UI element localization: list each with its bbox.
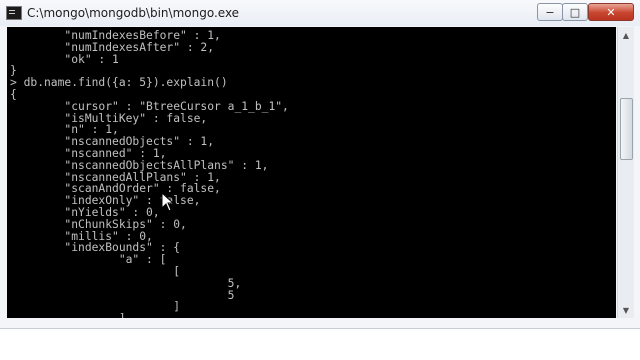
scrollbar-thumb[interactable] (620, 98, 633, 160)
maximize-button[interactable]: □ (562, 3, 588, 21)
mouse-pointer-icon (161, 192, 175, 212)
console-app-icon[interactable] (6, 6, 22, 20)
console-line: "nscannedObjectsAllPlans" : 1, (10, 158, 269, 172)
console-line: "cursor" : "BtreeCursor a_1_b_1", (10, 99, 289, 113)
scroll-down-arrow-icon[interactable]: ▼ (618, 302, 634, 318)
close-button[interactable]: ✕ (588, 3, 634, 21)
console-line: > db.name.find({a: 5}).explain() (10, 76, 228, 90)
console-text: "numIndexesBefore" : 1, "numIndexesAfter… (7, 27, 616, 318)
console-line: "numIndexesAfter" : 2, (10, 40, 215, 54)
console-line: "nscanned" : 1, (10, 146, 167, 160)
console-line: [ (10, 264, 181, 278)
console-line: { (10, 87, 17, 101)
minimize-button[interactable]: − (537, 3, 563, 21)
console-output[interactable]: "numIndexesBefore" : 1, "numIndexesAfter… (7, 27, 616, 318)
console-line: ], (10, 313, 616, 318)
console-line: "ok" : 1 (10, 52, 119, 66)
console-line: "nYields" : 0, (10, 205, 160, 219)
console-window: C:\mongo\mongodb\bin\mongo.exe − □ ✕ "nu… (0, 0, 640, 329)
title-bar[interactable]: C:\mongo\mongodb\bin\mongo.exe − □ ✕ (0, 0, 640, 26)
console-line: 5, (10, 276, 242, 290)
window-title: C:\mongo\mongodb\bin\mongo.exe (27, 6, 240, 20)
console-line: "nChunkSkips" : 0, (10, 217, 187, 231)
vertical-scrollbar[interactable]: ▲ ▼ (617, 27, 634, 318)
scroll-up-arrow-icon[interactable]: ▲ (618, 27, 634, 43)
